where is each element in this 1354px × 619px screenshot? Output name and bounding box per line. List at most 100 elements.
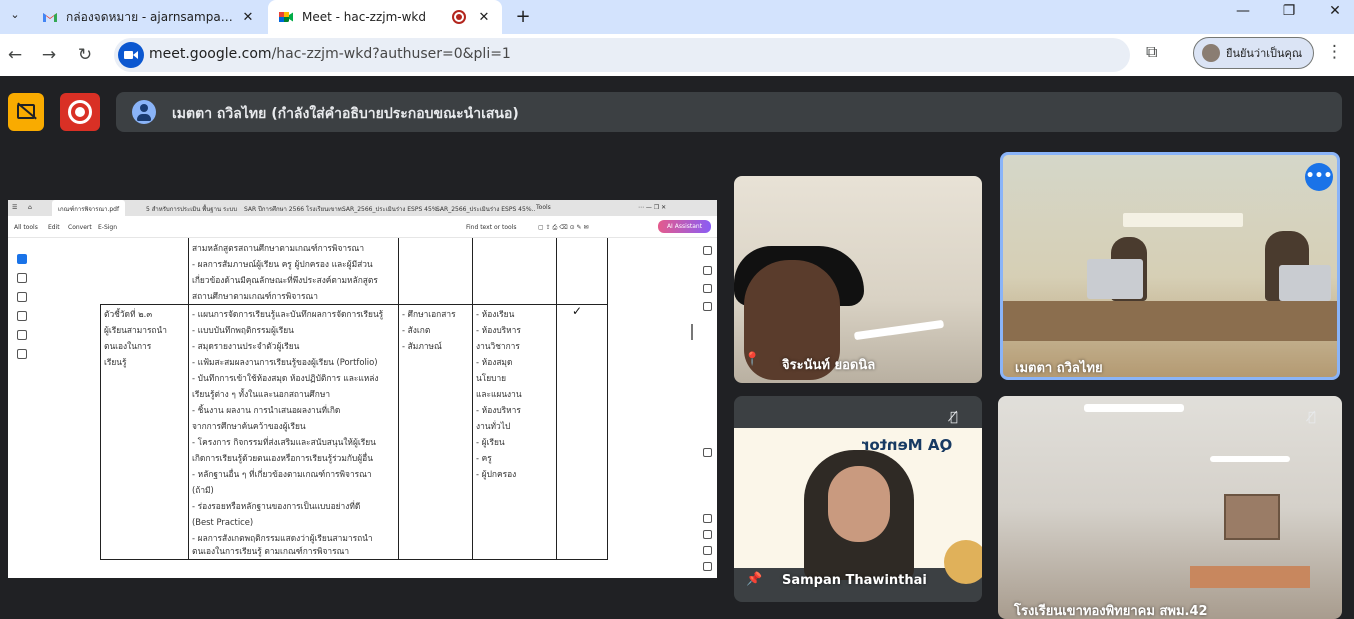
table-cell: - โครงการ กิจกรรมที่ส่งเสริมและสนับสนุนใ… [192, 437, 376, 447]
fit-page-icon [703, 562, 712, 571]
pin-icon[interactable]: 📌 [746, 572, 762, 587]
wall-picture [1224, 494, 1280, 540]
address-bar[interactable]: meet.google.com/hac-zzjm-wkd?authuser=0&… [114, 38, 1223, 72]
participant-name: จิระนันท์ ยอดนิล [782, 358, 876, 373]
recording-indicator-icon [452, 10, 466, 24]
table-cell: - สังเกต [402, 325, 431, 335]
text-tool-icon [17, 330, 27, 340]
table-cell: - หลักฐานอื่น ๆ ที่เกี่ยวข้องตามเกณฑ์การ… [192, 469, 372, 479]
pdf-scrollbar [691, 324, 693, 340]
table-cell: - ห้องบริหาร [476, 325, 521, 335]
tab-meet[interactable]: Meet - hac-zzjm-wkd ✕ [268, 0, 502, 34]
panel-icon [703, 246, 712, 255]
gold-circle [944, 540, 982, 584]
shared-tab: 5 สำหรับการประเมิน พื้นฐาน ระบบ [146, 206, 238, 213]
table-cell: ตนเองในการ [104, 341, 152, 351]
participant-face [828, 466, 890, 542]
table-cell: - แผนการจัดการเรียนรู้และบันทึกผลการจัดก… [192, 309, 384, 319]
participant-tile[interactable]: 📍 จิระนันท์ ยอดนิล [734, 176, 982, 383]
site-info-icon[interactable] [118, 42, 144, 68]
meet-icon [279, 12, 293, 22]
table-cell: ผู้เรียนสามารถนำ [104, 325, 167, 335]
tab-search-chevron-icon[interactable]: ⌄ [6, 6, 24, 24]
ceiling-light [1210, 456, 1290, 462]
captions-off-icon [17, 104, 35, 119]
ceiling-light [1084, 404, 1184, 412]
comment-tool-icon [17, 273, 27, 283]
shared-browser-tabs: ☰ ⌂ เกณฑ์การพิจารณา.pdf 5 สำหรับการประเม… [8, 200, 717, 216]
participant-tile[interactable]: 🎙̸ โรงเรียนเขาทองพิทยาคม สพม.42 [998, 396, 1342, 619]
url-text[interactable]: meet.google.com/hac-zzjm-wkd?authuser=0&… [149, 46, 511, 62]
table-cell: - ศึกษาเอกสาร [402, 309, 456, 319]
participant-tile-active-speaker[interactable]: ••• เมตตา ถวิลไทย [1000, 152, 1340, 380]
table-cell: สามหลักสูตรสถานศึกษาตามเกณฑ์การพิจารณา [192, 243, 365, 253]
table-cell: เกิดการเรียนรู้ด้วยตนเองหรือการเรียนรู้ร… [192, 453, 373, 463]
zoom-icon [703, 514, 712, 523]
table-cell: - ห้องบริหาร [476, 405, 521, 415]
ai-assistant-button: AI Assistant [658, 220, 711, 233]
lasso-tool-icon [17, 311, 27, 321]
shared-tab: SAR ปีการศึกษา 2566 โรงเรียนเขาท.. [244, 206, 346, 213]
check-mark: ✓ [572, 304, 583, 318]
back-button[interactable]: ← [2, 42, 28, 68]
maximize-window-button[interactable]: ❐ [1266, 0, 1312, 22]
profile-label: ยืนยันว่าเป็นคุณ [1226, 47, 1303, 60]
table-cell: จากการศึกษาค้นคว้าของผู้เรียน [192, 421, 306, 431]
avatar [1202, 44, 1220, 62]
table-cell: - ห้องสมุด [476, 357, 513, 367]
close-icon[interactable]: ✕ [476, 10, 492, 25]
participant-tile[interactable]: QA Mentor 🎙̸ 📌 Sampan Thawinthai [734, 396, 982, 602]
table-cell: งานทั่วไป [476, 421, 511, 431]
shared-tab: Tools [536, 204, 551, 211]
criteria-table: สามหลักสูตรสถานศึกษาตามเกณฑ์การพิจารณา -… [100, 238, 608, 560]
reload-button[interactable]: ↻ [72, 42, 98, 68]
pen-tool-icon [17, 292, 27, 302]
table-cell: - สมุดรายงานประจำตัวผู้เรียน [192, 341, 300, 351]
mic-off-icon: 🎙̸ [950, 410, 958, 425]
page-nav-icon [703, 448, 712, 457]
browser-menu-icon[interactable]: ⋮ [1326, 42, 1343, 62]
table-cell: - แฟ้มสะสมผลงานการเรียนรู้ของผู้เรียน (P… [192, 357, 378, 367]
table-cell: และแผนงาน [476, 389, 522, 399]
presenter-banner-text: เมตตา ถวิลไทย (กำลังใส่คำอธิบายประกอบขณะ… [172, 106, 519, 122]
table-cell: - แบบบันทึกพฤติกรรมผู้เรียน [192, 325, 294, 335]
minimize-window-button[interactable]: — [1220, 0, 1266, 22]
extensions-puzzle-icon[interactable]: ⧉ [1146, 42, 1157, 62]
more-options-icon[interactable]: ••• [1305, 163, 1333, 191]
table-cell: - ครู [476, 453, 492, 463]
zoom-out-icon [703, 546, 712, 555]
table-cell: - ร่องรอยหรือหลักฐานของการเป็นแบบอย่างที… [192, 501, 361, 511]
table-cell: - ชิ้นงาน ผลงาน การนำเสนอผลงานที่เกิด [192, 405, 341, 415]
virtual-background: QA Mentor [734, 428, 982, 584]
zoom-in-icon [703, 530, 712, 539]
captions-button[interactable] [8, 93, 44, 131]
shared-tab: เกณฑ์การพิจารณา.pdf [52, 200, 126, 216]
close-icon[interactable]: ✕ [240, 10, 256, 25]
pdf-tool: All tools [14, 224, 38, 231]
pdf-tool: Convert [68, 224, 92, 231]
recording-button[interactable] [60, 93, 100, 131]
profile-button[interactable]: ยืนยันว่าเป็นคุณ [1193, 37, 1314, 69]
mic-off-icon: 🎙̸ [1308, 410, 1316, 425]
participant-name: เมตตา ถวิลไทย [1015, 361, 1103, 376]
tab-gmail[interactable]: กล่องจดหมาย - ajarnsampan@gmail.com ✕ [32, 0, 266, 34]
panel-icon [703, 302, 712, 311]
tab-meet-title: Meet - hac-zzjm-wkd [302, 10, 427, 24]
tab-gmail-title: กล่องจดหมาย - ajarnsampan@gmail.com [66, 9, 240, 24]
forward-button[interactable]: → [36, 42, 62, 68]
close-window-button[interactable]: ✕ [1312, 0, 1354, 22]
table-cell: (Best Practice) [192, 517, 254, 527]
meeting-table [1003, 301, 1337, 341]
table-cell: - สัมภาษณ์ [402, 341, 442, 351]
panel-icon [703, 284, 712, 293]
new-tab-button[interactable]: + [512, 6, 534, 28]
record-icon [68, 100, 92, 124]
hamburger-icon: ☰ [12, 204, 18, 211]
shared-screen[interactable]: ☰ ⌂ เกณฑ์การพิจารณา.pdf 5 สำหรับการประเม… [8, 200, 717, 578]
select-tool-icon [17, 254, 27, 264]
url-path: /hac-zzjm-wkd?authuser=0&pli=1 [271, 46, 511, 62]
stamp-tool-icon [17, 349, 27, 359]
laptop [1087, 259, 1143, 299]
table-cell: (ถ้ามี) [192, 485, 214, 495]
pin-icon[interactable]: 📍 [744, 352, 760, 367]
